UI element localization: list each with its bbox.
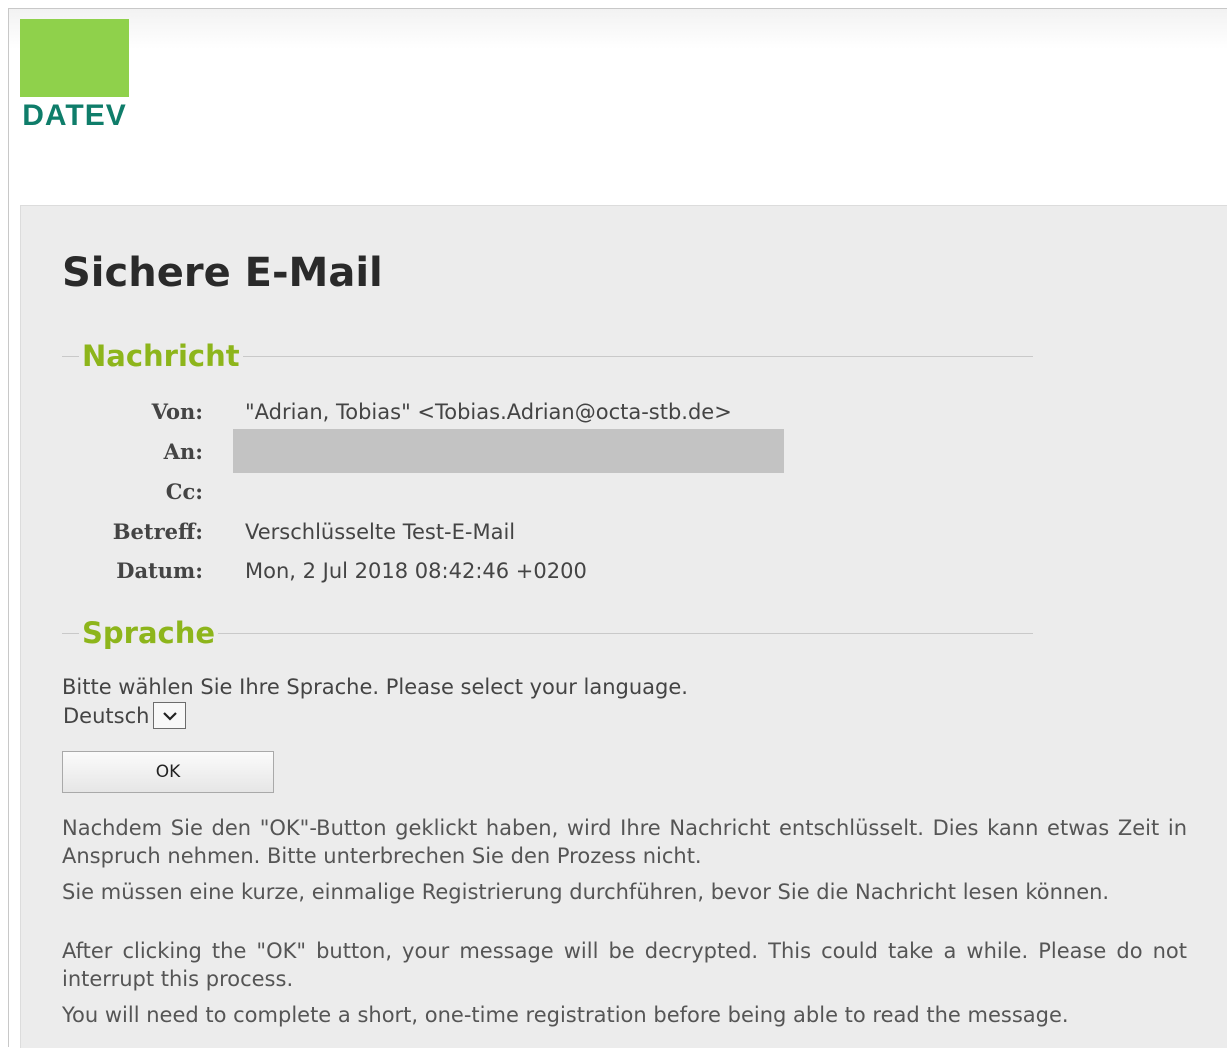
header-band (9, 9, 1227, 49)
window-frame-left (8, 8, 9, 1047)
language-section-header: Sprache (62, 616, 1033, 650)
logo-text: DATEV (22, 99, 127, 132)
datev-logo: DATEV (20, 19, 129, 133)
cc-label: Cc: (165, 479, 203, 504)
logo-square (20, 19, 129, 97)
language-select[interactable]: Deutsch (63, 702, 187, 729)
message-section-legend: Nachricht (79, 339, 243, 373)
message-section-header: Nachricht (62, 339, 1033, 373)
from-value: "Adrian, Tobias" <Tobias.Adrian@octa-stb… (245, 400, 732, 424)
to-label: An: (163, 439, 203, 464)
info-decrypt-de: Nachdem Sie den "OK"-Button geklickt hab… (62, 816, 1187, 868)
info-register-en: You will need to complete a short, one-t… (62, 1003, 1069, 1027)
subject-value: Verschlüsselte Test-E-Mail (245, 520, 516, 544)
info-register-de: Sie müssen eine kurze, einmalige Registr… (62, 880, 1110, 904)
page-title: Sichere E-Mail (62, 250, 383, 296)
language-section-legend: Sprache (79, 616, 219, 650)
info-decrypt-en: After clicking the "OK" button, your mes… (62, 939, 1187, 991)
to-value-redacted (233, 429, 784, 473)
subject-label: Betreff: (112, 519, 203, 544)
from-label: Von: (151, 399, 203, 424)
language-prompt: Bitte wählen Sie Ihre Sprache. Please se… (62, 675, 688, 699)
ok-button[interactable]: OK (62, 751, 274, 793)
date-value: Mon, 2 Jul 2018 08:42:46 +0200 (245, 559, 587, 583)
chevron-down-icon[interactable] (153, 702, 187, 729)
date-label: Datum: (116, 558, 203, 583)
language-select-value[interactable]: Deutsch (63, 703, 153, 729)
content-panel: Sichere E-Mail Nachricht Von: "Adrian, T… (20, 205, 1227, 1048)
